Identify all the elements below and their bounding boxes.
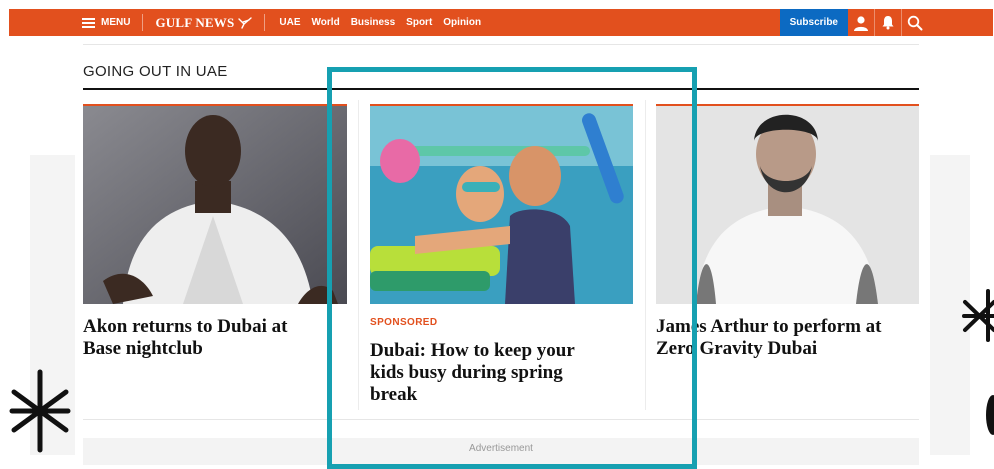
nav-links: UAE World Business Sport Opinion: [279, 17, 481, 28]
search-icon: [907, 15, 923, 30]
article-card-spring-break[interactable]: SPONSORED Dubai: How to keep your kids b…: [370, 104, 633, 414]
article-card-james-arthur[interactable]: James Arthur to perform at Zero Gravity …: [656, 104, 919, 404]
logo-text: GULF NEWS: [155, 14, 235, 30]
menu-label: MENU: [101, 17, 131, 28]
nav-link-uae[interactable]: UAE: [279, 17, 300, 28]
nav-link-business[interactable]: Business: [351, 17, 395, 28]
title-line: Dubai: How to keep your: [370, 340, 575, 361]
article-card-akon[interactable]: Akon returns to Dubai at Base nightclub: [83, 104, 347, 404]
menu-button[interactable]: MENU: [82, 9, 130, 36]
site-logo[interactable]: GULF NEWS: [155, 14, 253, 31]
advertisement-label: Advertisement: [469, 443, 533, 454]
title-line: James Arthur to perform at: [656, 316, 882, 337]
article-title-spring-break[interactable]: Dubai: How to keep your kids busy during…: [370, 340, 633, 406]
sponsored-tag: SPONSORED: [370, 317, 438, 328]
falcon-logo-icon: [238, 16, 253, 29]
decorative-circle-right: [986, 395, 994, 435]
decorative-star-left: [9, 369, 71, 453]
kids-pool-photo: [370, 106, 633, 304]
article-image-spring-break[interactable]: [370, 106, 633, 304]
notifications-button[interactable]: [874, 9, 901, 36]
user-icon: [854, 15, 868, 31]
search-button[interactable]: [901, 9, 928, 36]
article-image-james-arthur[interactable]: [656, 106, 919, 304]
title-line: Base nightclub: [83, 338, 203, 359]
menu-icon: [82, 17, 95, 28]
title-line: break: [370, 384, 418, 405]
header-divider: [83, 44, 919, 45]
bell-icon: [882, 16, 894, 30]
nav-link-world[interactable]: World: [312, 17, 340, 28]
nav-right: Subscribe: [779, 9, 928, 36]
nav-inner: MENU GULF NEWS UAE World Business Sport …: [82, 9, 928, 36]
user-button[interactable]: [848, 9, 874, 36]
advertisement-slot[interactable]: Advertisement: [83, 438, 919, 465]
section-rule: [83, 88, 919, 90]
article-title-james-arthur[interactable]: James Arthur to perform at Zero Gravity …: [656, 316, 919, 360]
nav-divider: [264, 14, 266, 31]
decorative-star-right: [962, 289, 994, 342]
section-title[interactable]: GOING OUT IN UAE: [83, 63, 228, 80]
subscribe-button[interactable]: Subscribe: [779, 9, 848, 36]
card-divider: [358, 100, 359, 410]
nav-divider: [142, 14, 144, 31]
title-line: Akon returns to Dubai at: [83, 316, 288, 337]
nav-link-sport[interactable]: Sport: [406, 17, 432, 28]
top-navigation-bar: MENU GULF NEWS UAE World Business Sport …: [9, 9, 993, 36]
akon-photo: [83, 106, 347, 304]
title-line: kids busy during spring: [370, 362, 563, 383]
card-divider: [645, 100, 646, 410]
nav-link-opinion[interactable]: Opinion: [443, 17, 481, 28]
article-image-akon[interactable]: [83, 106, 347, 304]
article-title-akon[interactable]: Akon returns to Dubai at Base nightclub: [83, 316, 347, 360]
james-arthur-photo: [656, 106, 919, 304]
section-bottom-divider: [83, 419, 919, 420]
title-line: Zero Gravity Dubai: [656, 338, 818, 359]
